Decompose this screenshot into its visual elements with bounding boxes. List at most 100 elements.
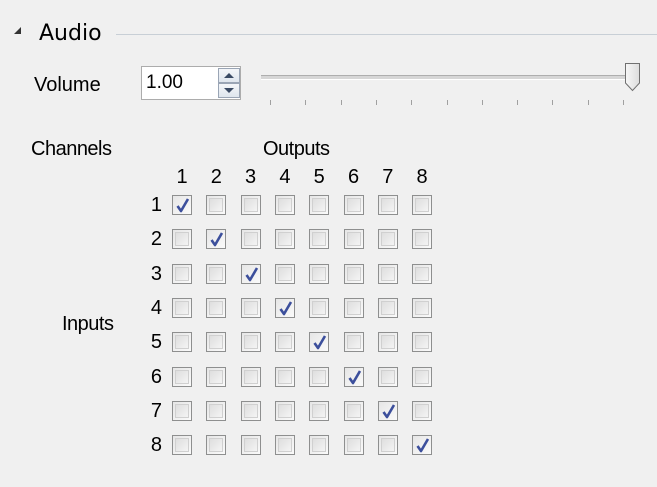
route-checkbox-in7-out2[interactable] <box>206 401 226 421</box>
route-checkbox-in3-out4[interactable] <box>275 264 295 284</box>
route-checkbox-in6-out1[interactable] <box>172 367 192 387</box>
route-checkbox-in5-out8[interactable] <box>412 332 432 352</box>
slider-track[interactable] <box>261 75 630 80</box>
route-checkbox-in1-out4[interactable] <box>275 195 295 215</box>
route-checkbox-in3-out8[interactable] <box>412 264 432 284</box>
audio-section-header[interactable]: Audio <box>14 18 657 50</box>
input-number-8: 8 <box>150 434 162 457</box>
slider-tick <box>305 100 306 105</box>
route-checkbox-in8-out3[interactable] <box>241 435 261 455</box>
output-number-3: 3 <box>245 166 257 188</box>
route-checkbox-in7-out3[interactable] <box>241 401 261 421</box>
route-checkbox-in3-out3[interactable] <box>241 264 261 284</box>
checkmark-icon <box>382 404 396 419</box>
route-checkbox-in6-out3[interactable] <box>241 367 261 387</box>
route-checkbox-in6-out8[interactable] <box>412 367 432 387</box>
slider-tick <box>376 100 377 105</box>
volume-decrement-button[interactable] <box>218 83 240 98</box>
output-number-4: 4 <box>279 166 291 188</box>
route-checkbox-in5-out4[interactable] <box>275 332 295 352</box>
route-checkbox-in2-out1[interactable] <box>172 229 192 249</box>
route-checkbox-in4-out8[interactable] <box>412 298 432 318</box>
route-checkbox-in6-out6[interactable] <box>344 367 364 387</box>
route-checkbox-in4-out6[interactable] <box>344 298 364 318</box>
route-checkbox-in7-out8[interactable] <box>412 401 432 421</box>
input-number-4: 4 <box>150 296 162 319</box>
checkmark-icon <box>210 232 224 247</box>
route-checkbox-in5-out3[interactable] <box>241 332 261 352</box>
audio-panel: Audio Volume Channels <box>0 0 657 487</box>
collapse-triangle-icon[interactable] <box>14 27 21 34</box>
route-checkbox-in2-out8[interactable] <box>412 229 432 249</box>
route-checkbox-in6-out2[interactable] <box>206 367 226 387</box>
slider-tick <box>270 100 271 105</box>
slider-tick <box>341 100 342 105</box>
route-checkbox-in1-out8[interactable] <box>412 195 432 215</box>
arrow-up-icon <box>224 73 234 78</box>
route-checkbox-in4-out4[interactable] <box>275 298 295 318</box>
route-checkbox-in5-out1[interactable] <box>172 332 192 352</box>
route-checkbox-in4-out1[interactable] <box>172 298 192 318</box>
route-checkbox-in7-out5[interactable] <box>309 401 329 421</box>
route-checkbox-in6-out4[interactable] <box>275 367 295 387</box>
route-checkbox-in5-out7[interactable] <box>378 332 398 352</box>
slider-tick <box>623 100 624 105</box>
route-checkbox-in3-out5[interactable] <box>309 264 329 284</box>
route-checkbox-in1-out7[interactable] <box>378 195 398 215</box>
route-checkbox-in5-out5[interactable] <box>309 332 329 352</box>
route-checkbox-in4-out3[interactable] <box>241 298 261 318</box>
route-checkbox-in4-out2[interactable] <box>206 298 226 318</box>
checkmark-icon <box>279 301 293 316</box>
input-number-7: 7 <box>150 399 162 422</box>
slider-tick <box>552 100 553 105</box>
route-checkbox-in1-out2[interactable] <box>206 195 226 215</box>
route-checkbox-in7-out1[interactable] <box>172 401 192 421</box>
slider-ticks <box>270 100 624 106</box>
route-checkbox-in2-out4[interactable] <box>275 229 295 249</box>
input-number-2: 2 <box>150 228 162 251</box>
route-checkbox-in8-out7[interactable] <box>378 435 398 455</box>
output-number-5: 5 <box>313 166 325 188</box>
route-checkbox-in5-out2[interactable] <box>206 332 226 352</box>
channels-label: Channels <box>31 138 112 160</box>
route-checkbox-in2-out5[interactable] <box>309 229 329 249</box>
route-checkbox-in8-out2[interactable] <box>206 435 226 455</box>
route-checkbox-in3-out1[interactable] <box>172 264 192 284</box>
volume-slider[interactable] <box>258 60 645 112</box>
route-checkbox-in1-out5[interactable] <box>309 195 329 215</box>
checkmark-icon <box>176 198 190 213</box>
checkmark-icon <box>416 438 430 453</box>
slider-thumb[interactable] <box>624 62 641 92</box>
route-checkbox-in8-out6[interactable] <box>344 435 364 455</box>
route-checkbox-in1-out1[interactable] <box>172 195 192 215</box>
route-checkbox-in7-out4[interactable] <box>275 401 295 421</box>
route-checkbox-in8-out1[interactable] <box>172 435 192 455</box>
volume-increment-button[interactable] <box>218 68 240 83</box>
volume-spinbox[interactable] <box>141 66 241 100</box>
route-checkbox-in3-out2[interactable] <box>206 264 226 284</box>
inputs-label: Inputs <box>62 313 114 335</box>
route-checkbox-in7-out7[interactable] <box>378 401 398 421</box>
route-checkbox-in1-out3[interactable] <box>241 195 261 215</box>
route-checkbox-in8-out4[interactable] <box>275 435 295 455</box>
route-checkbox-in6-out5[interactable] <box>309 367 329 387</box>
route-checkbox-in6-out7[interactable] <box>378 367 398 387</box>
route-checkbox-in4-out5[interactable] <box>309 298 329 318</box>
route-checkbox-in3-out7[interactable] <box>378 264 398 284</box>
route-checkbox-in2-out7[interactable] <box>378 229 398 249</box>
route-checkbox-in8-out5[interactable] <box>309 435 329 455</box>
route-checkbox-in2-out2[interactable] <box>206 229 226 249</box>
checkmark-icon <box>348 370 362 385</box>
route-checkbox-in5-out6[interactable] <box>344 332 364 352</box>
slider-tick <box>588 100 589 105</box>
volume-input[interactable] <box>146 69 210 97</box>
route-checkbox-in3-out6[interactable] <box>344 264 364 284</box>
route-checkbox-in1-out6[interactable] <box>344 195 364 215</box>
route-checkbox-in7-out6[interactable] <box>344 401 364 421</box>
route-checkbox-in4-out7[interactable] <box>378 298 398 318</box>
route-checkbox-in2-out6[interactable] <box>344 229 364 249</box>
route-checkbox-in2-out3[interactable] <box>241 229 261 249</box>
section-divider <box>116 34 657 35</box>
route-checkbox-in8-out8[interactable] <box>412 435 432 455</box>
section-title: Audio <box>39 21 102 46</box>
